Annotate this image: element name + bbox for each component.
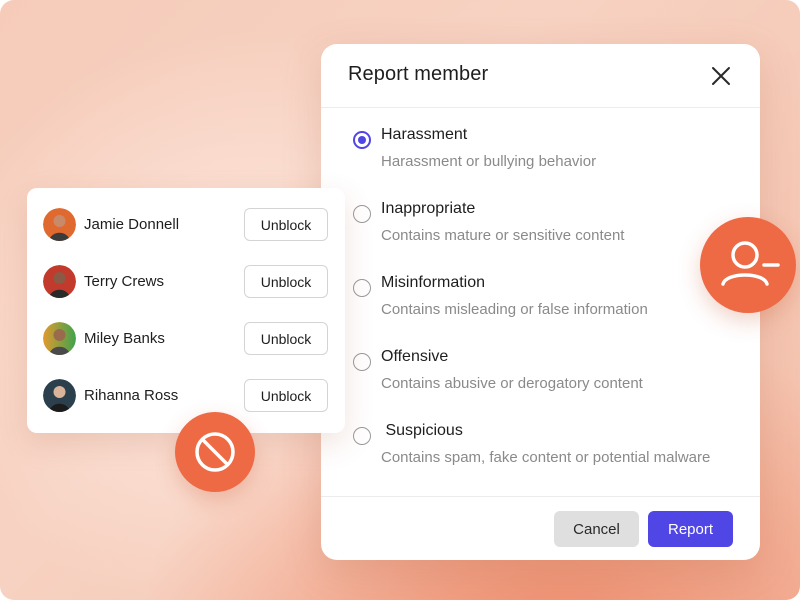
radio-misinformation[interactable]: [353, 279, 371, 297]
option-description: Contains spam, fake content or potential…: [381, 449, 711, 466]
blocked-user-row: Miley Banks Unblock: [27, 302, 345, 359]
option-title: Misinformation: [381, 274, 486, 291]
option-title: Inappropriate: [381, 200, 476, 217]
close-button[interactable]: [709, 64, 733, 88]
user-minus-icon: [721, 241, 780, 286]
radio-offensive[interactable]: [353, 353, 371, 371]
cancel-button[interactable]: Cancel: [554, 511, 639, 547]
block-icon: [195, 432, 235, 472]
unblock-button[interactable]: Unblock: [244, 322, 328, 355]
blocked-user-row: Terry Crews Unblock: [27, 245, 345, 302]
option-title: Suspicious: [381, 422, 463, 439]
option-suspicious[interactable]: Suspicious Contains spam, fake content o…: [321, 404, 760, 470]
user-name: Rihanna Ross: [84, 387, 179, 404]
report-member-dialog: Report member Harassment Harassment or b…: [321, 44, 760, 560]
user-name: Terry Crews: [84, 273, 165, 290]
option-description: Contains abusive or derogatory content: [381, 375, 643, 392]
dialog-header: Report member: [321, 44, 760, 108]
option-inappropriate[interactable]: Inappropriate Contains mature or sensiti…: [321, 182, 760, 248]
option-description: Harassment or bullying behavior: [381, 153, 597, 170]
radio-harassment[interactable]: [353, 131, 371, 149]
option-title: Harassment: [381, 126, 468, 143]
option-harassment[interactable]: Harassment Harassment or bullying behavi…: [321, 108, 760, 174]
background-scene: Report member Harassment Harassment or b…: [0, 0, 800, 600]
radio-suspicious[interactable]: [353, 427, 371, 445]
close-icon: [712, 67, 730, 85]
blocked-users-card: Jamie Donnell Unblock Terry Crews Unbloc…: [27, 188, 345, 433]
radio-inappropriate[interactable]: [353, 205, 371, 223]
dialog-title: Report member: [348, 63, 489, 85]
user-name: Miley Banks: [84, 330, 165, 347]
avatar: [43, 322, 76, 355]
remove-user-badge: [700, 217, 796, 313]
option-description: Contains misleading or false information: [381, 301, 648, 318]
avatar: [43, 379, 76, 412]
unblock-button[interactable]: Unblock: [244, 379, 328, 412]
blocked-user-row: Jamie Donnell Unblock: [27, 188, 345, 245]
report-button[interactable]: Report: [648, 511, 733, 547]
option-misinformation[interactable]: Misinformation Contains misleading or fa…: [321, 256, 760, 322]
block-badge: [175, 412, 255, 492]
option-title: Offensive: [381, 348, 449, 365]
user-name: Jamie Donnell: [84, 216, 180, 233]
avatar: [43, 265, 76, 298]
option-offensive[interactable]: Offensive Contains abusive or derogatory…: [321, 330, 760, 396]
unblock-button[interactable]: Unblock: [244, 208, 328, 241]
option-description: Contains mature or sensitive content: [381, 227, 625, 244]
avatar: [43, 208, 76, 241]
dialog-footer: Cancel Report: [321, 496, 760, 560]
blocked-user-row: Rihanna Ross Unblock: [27, 359, 345, 416]
unblock-button[interactable]: Unblock: [244, 265, 328, 298]
